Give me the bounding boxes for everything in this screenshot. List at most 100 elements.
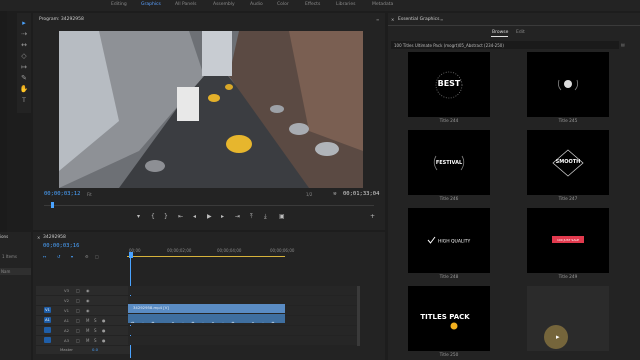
go-to-in-icon[interactable]: ⇤ [178, 213, 183, 220]
mute-icon[interactable]: M [86, 328, 89, 333]
timeline-timecode[interactable]: 00;00;03;16 [43, 243, 79, 249]
track-header-a1[interactable]: A1 A1 □ M S ● [36, 316, 130, 325]
mute-icon[interactable]: M [86, 338, 89, 343]
sequence-tab[interactable]: 34292958 [43, 235, 66, 240]
captions-icon[interactable]: □ [95, 254, 99, 259]
workspace-tab-audio[interactable]: Audio [250, 2, 263, 7]
snap-icon[interactable]: ↔ [43, 254, 46, 259]
panel-menu-icon[interactable]: ≡ [376, 17, 379, 22]
title-tile-250[interactable]: TITLES PACK [408, 286, 490, 351]
workspace-tab-all-panels[interactable]: All Panels [175, 2, 197, 7]
track-header-v3[interactable]: V3 □ ◉ [36, 286, 130, 295]
slip-tool-icon[interactable]: ↦ [19, 63, 29, 71]
track-select-tool-icon[interactable]: ⇢ [19, 30, 29, 38]
selection-tool-icon[interactable]: ▸ [19, 19, 29, 27]
workspace-tab-graphics[interactable]: Graphics [141, 2, 161, 7]
add-marker-icon[interactable]: ▾ [137, 213, 140, 220]
lock-icon[interactable]: □ [76, 338, 80, 343]
add-marker-timeline-icon[interactable]: ▾ [71, 254, 73, 259]
title-tile-246[interactable]: FESTIVAL [408, 130, 490, 195]
track-patch-v2[interactable] [44, 297, 51, 303]
mute-icon[interactable]: M [86, 318, 89, 323]
solo-icon[interactable]: S [94, 318, 97, 323]
lock-icon[interactable]: □ [76, 298, 80, 303]
workspace-tab-effects[interactable]: Effects [305, 2, 320, 7]
track-header-a2[interactable]: A2 □ M S ● [36, 326, 130, 335]
lock-icon[interactable]: □ [76, 308, 80, 313]
track-lane-a3[interactable] [128, 336, 358, 345]
title-tile-249[interactable]: 100 JUST SALE [527, 208, 609, 273]
workspace-tab-editing[interactable]: Editing [111, 2, 127, 7]
work-area-bar[interactable] [127, 256, 285, 257]
video-clip[interactable]: 34292958.mp4 [V] [128, 304, 285, 313]
solo-icon[interactable]: S [94, 338, 97, 343]
wrench-icon[interactable]: ⚒ [333, 191, 337, 196]
audio-clip[interactable] [128, 314, 285, 323]
track-patch-a2[interactable] [44, 327, 51, 333]
program-playhead[interactable] [51, 202, 54, 208]
tab-browse[interactable]: Browse [492, 30, 508, 35]
title-244-art: BEST [438, 79, 461, 88]
extract-icon[interactable]: ⤓ [264, 213, 267, 221]
title-tile-245[interactable] [527, 52, 609, 117]
master-value[interactable]: 0.0 [92, 347, 98, 352]
workspace-tab-metadata[interactable]: Metadata [372, 2, 393, 7]
workspace-tab-color[interactable]: Color [277, 2, 289, 7]
track-patch-v1[interactable]: V1 [44, 307, 51, 313]
eye-icon[interactable]: ◉ [86, 288, 90, 293]
step-back-icon[interactable]: ◂ [193, 213, 196, 220]
go-to-out-icon[interactable]: ⇥ [235, 213, 240, 220]
timeline-close-icon[interactable]: × [37, 235, 40, 240]
program-current-timecode[interactable]: 00;00;03;12 [44, 191, 80, 197]
folder-icon[interactable]: ▤ [621, 42, 625, 47]
fit-zoom-select[interactable]: Fit [87, 192, 92, 197]
type-tool-icon[interactable]: T [19, 97, 29, 105]
voiceover-icon[interactable]: ● [102, 328, 106, 333]
title-tile-248[interactable]: HIGH QUALITY [408, 208, 490, 273]
master-track-header[interactable]: Master 0.0 [36, 346, 130, 354]
solo-icon[interactable]: S [94, 328, 97, 333]
lock-icon[interactable]: □ [76, 328, 80, 333]
mark-out-icon[interactable]: } [164, 213, 168, 220]
razor-tool-icon[interactable]: ◇ [19, 52, 29, 60]
title-tile-247[interactable]: SMOOTH [527, 130, 609, 195]
track-patch-v3[interactable] [44, 287, 51, 293]
lock-icon[interactable]: □ [76, 288, 80, 293]
project-column-header[interactable]: Nam [0, 268, 31, 275]
add-button-icon[interactable]: + [370, 213, 375, 220]
timeline-vertical-scrollbar[interactable] [357, 286, 360, 346]
linked-selection-icon[interactable]: ↺ [57, 254, 60, 259]
empty-tile-slot [527, 286, 609, 351]
eg-panel-menu-icon[interactable]: ≡ [440, 17, 443, 22]
workspace-tab-assembly[interactable]: Assembly [213, 2, 235, 7]
track-patch-a1[interactable]: A1 [44, 317, 51, 323]
play-icon[interactable]: ▶ [207, 213, 212, 220]
track-header-v1[interactable]: V1 V1 □ ◉ [36, 306, 130, 315]
track-header-a3[interactable]: A3 □ M S ● [36, 336, 130, 345]
ripple-edit-tool-icon[interactable]: ↔ [19, 41, 29, 49]
track-patch-a3[interactable] [44, 337, 51, 343]
voiceover-icon[interactable]: ● [102, 318, 106, 323]
hand-tool-icon[interactable]: ✋ [19, 85, 29, 93]
eg-close-icon[interactable]: × [391, 17, 394, 22]
track-lane-v3[interactable] [128, 286, 358, 295]
eye-icon[interactable]: ◉ [86, 298, 90, 303]
program-video-frame[interactable] [59, 31, 363, 188]
tab-edit[interactable]: Edit [516, 30, 525, 35]
timeline-settings-icon[interactable]: ⚙ [85, 254, 89, 259]
program-scrub-bar[interactable] [44, 205, 374, 206]
step-forward-icon[interactable]: ▸ [221, 213, 224, 220]
voiceover-icon[interactable]: ● [102, 338, 106, 343]
pen-tool-icon[interactable]: ✎ [19, 74, 29, 82]
track-header-v2[interactable]: V2 □ ◉ [36, 296, 130, 305]
export-frame-icon[interactable]: ▣ [279, 213, 285, 220]
mark-in-icon[interactable]: { [151, 213, 155, 220]
lock-icon[interactable]: □ [76, 318, 80, 323]
lift-icon[interactable]: ⤒ [250, 213, 253, 221]
eye-icon[interactable]: ◉ [86, 308, 90, 313]
workspace-tab-libraries[interactable]: Libraries [336, 2, 355, 7]
library-dropdown[interactable]: 100 Titles Ultimate Pack (mogrt)05_Abstr… [391, 41, 619, 49]
title-tile-244[interactable]: BEST [408, 52, 490, 117]
track-lane-a2[interactable] [128, 326, 358, 335]
resolution-select[interactable]: 1/2 [306, 192, 312, 197]
